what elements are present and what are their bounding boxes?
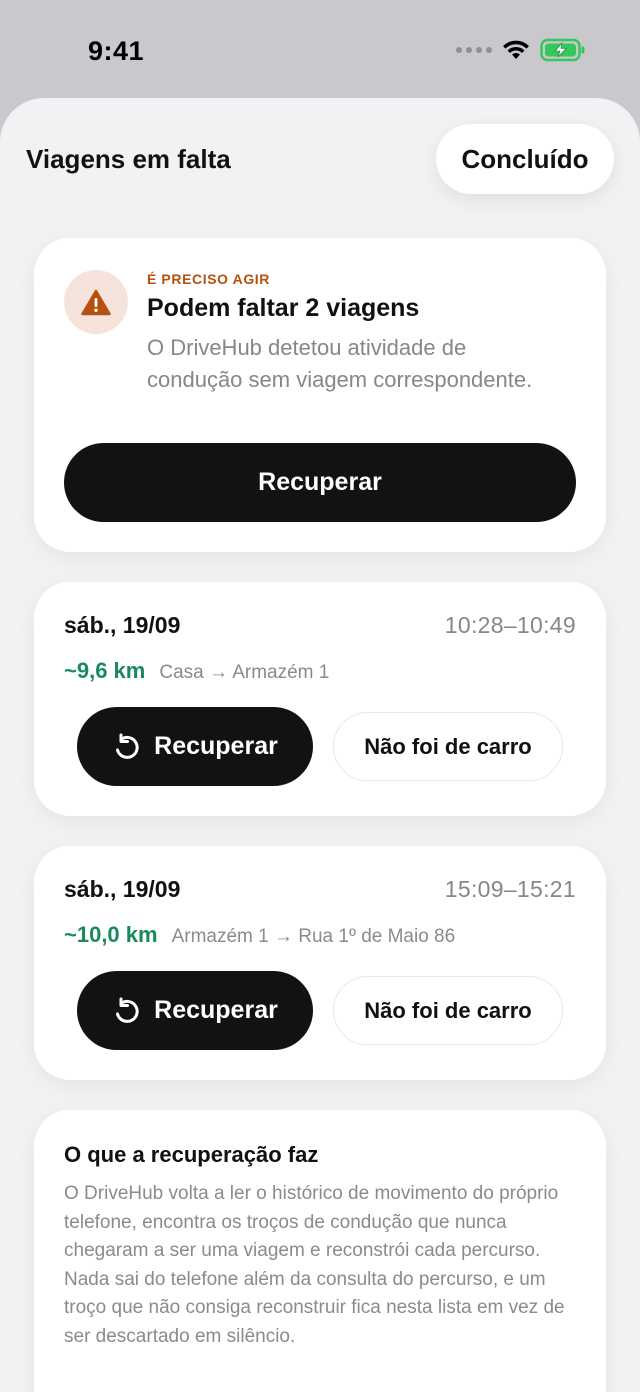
warning-triangle-icon (81, 289, 111, 315)
trip-route: Armazém 1 → Rua 1º de Maio 86 (171, 926, 456, 947)
page-title: Viagens em falta (26, 144, 231, 174)
info-body: O DriveHub volta a ler o histórico de mo… (64, 1183, 565, 1347)
signal-dots-icon (456, 47, 492, 53)
warning-badge (64, 270, 128, 334)
alert-eyebrow: É PRECISO AGIR (147, 271, 271, 287)
not-by-car-button[interactable]: Não foi de carro (333, 976, 563, 1045)
trip-distance: ~9,6 km (64, 658, 146, 683)
trip-summary: ~10,0 km Armazém 1 → Rua 1º de Maio 86 (64, 922, 455, 948)
info-title: O que a recuperação faz (64, 1142, 319, 1167)
not-by-car-button[interactable]: Não foi de carro (333, 712, 563, 781)
battery-charging-icon (540, 38, 585, 62)
alert-description: O DriveHub detetou atividade de condução… (147, 335, 533, 392)
recover-trip-label: Recuperar (154, 996, 278, 1024)
trip-date: sáb., 19/09 (64, 876, 181, 902)
recover-trip-button[interactable]: Recuperar (77, 707, 313, 786)
wifi-icon (503, 40, 529, 59)
done-button[interactable]: Concluído (436, 124, 614, 194)
missing-trips-sheet: Viagens em falta Concluído É PRECISO AGI… (0, 98, 640, 1392)
restore-arrow-icon (116, 733, 139, 759)
trip-time-range: 10:28–10:49 (444, 612, 576, 638)
trip-distance: ~10,0 km (64, 922, 158, 947)
status-time: 9:41 (88, 36, 145, 66)
recover-trip-button[interactable]: Recuperar (77, 971, 313, 1050)
info-card: O que a recuperação faz O DriveHub volta… (34, 1110, 606, 1392)
recover-all-button[interactable]: Recuperar (64, 443, 576, 522)
trip-date: sáb., 19/09 (64, 612, 181, 638)
trip-card: sáb., 19/09 15:09–15:21 ~10,0 km Armazém… (34, 846, 606, 1080)
recover-trip-label: Recuperar (154, 732, 278, 760)
trip-card: sáb., 19/09 10:28–10:49 ~9,6 km Casa → A… (34, 582, 606, 816)
alert-card: É PRECISO AGIR Podem faltar 2 viagens O … (34, 238, 606, 552)
trip-time-range: 15:09–15:21 (444, 876, 576, 902)
status-icons (456, 38, 586, 62)
alert-title: Podem faltar 2 viagens (147, 294, 420, 322)
status-bar: 9:41 (0, 0, 640, 100)
trip-route: Casa → Armazém 1 (159, 662, 330, 683)
restore-arrow-icon (116, 997, 139, 1023)
trip-summary: ~9,6 km Casa → Armazém 1 (64, 658, 329, 684)
